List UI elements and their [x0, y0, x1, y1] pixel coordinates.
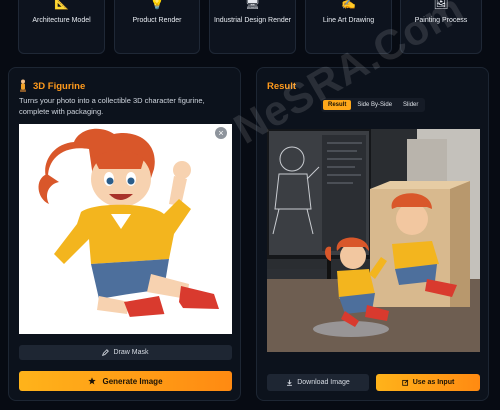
figurine-icon	[20, 79, 26, 92]
result-panel: Result Result Side By-Side Slider Downlo…	[256, 67, 489, 401]
draw-mask-button[interactable]: Draw Mask	[19, 345, 232, 360]
input-image[interactable]	[19, 124, 232, 334]
framed-picture-icon: 🖼	[433, 0, 449, 10]
input-panel: 3D Figurine Turns your photo into a coll…	[8, 67, 241, 401]
category-tiles: 📐 Architecture Model 💡 Product Render 🖥 …	[18, 0, 482, 54]
draw-mask-label: Draw Mask	[113, 349, 149, 356]
view-mode-tabs: Result Side By-Side Slider	[321, 98, 426, 112]
close-icon: ×	[218, 128, 224, 138]
tile-label: Industrial Design Render	[213, 17, 292, 24]
panel-title: 3D Figurine	[33, 81, 86, 92]
hand-writing-icon: ✍	[341, 0, 356, 10]
tab-side-by-side[interactable]: Side By-Side	[352, 100, 397, 110]
use-as-input-label: Use as Input	[412, 379, 455, 386]
tile-label: Architecture Model	[32, 17, 91, 24]
edit-icon	[401, 379, 408, 386]
monitor-icon: 🖥	[244, 0, 261, 10]
remove-image-button[interactable]: ×	[215, 127, 227, 139]
generate-image-label: Generate Image	[102, 376, 163, 386]
tile-label: Product Render	[132, 17, 182, 24]
tile-product-render[interactable]: 💡 Product Render	[114, 0, 200, 54]
figurine-render-illustration	[267, 129, 480, 352]
tile-industrial-design-render[interactable]: 🖥 Industrial Design Render	[209, 0, 296, 54]
tab-result[interactable]: Result	[323, 100, 352, 110]
panel-description: Turns your photo into a collectible 3D c…	[19, 96, 205, 116]
star-icon	[88, 377, 97, 385]
tab-slider[interactable]: Slider	[398, 100, 423, 110]
download-image-button[interactable]: Download Image	[267, 374, 369, 391]
result-image[interactable]	[267, 129, 480, 352]
tile-painting-process[interactable]: 🖼 Painting Process	[400, 0, 482, 54]
download-icon	[287, 379, 293, 386]
tile-label: Painting Process	[414, 17, 468, 24]
tile-line-art-drawing[interactable]: ✍ Line Art Drawing	[305, 0, 392, 54]
result-title: Result	[267, 81, 297, 92]
lightbulb-icon: 💡	[149, 0, 165, 10]
ruler-pencil-icon: 📐	[54, 0, 69, 10]
download-image-label: Download Image	[297, 379, 350, 386]
cartoon-girl-illustration	[19, 124, 232, 334]
pencil-icon	[102, 349, 110, 356]
tile-architecture-model[interactable]: 📐 Architecture Model	[18, 0, 105, 54]
use-as-input-button[interactable]: Use as Input	[376, 374, 480, 391]
tile-label: Line Art Drawing	[322, 17, 375, 24]
generate-image-button[interactable]: Generate Image	[19, 371, 232, 391]
